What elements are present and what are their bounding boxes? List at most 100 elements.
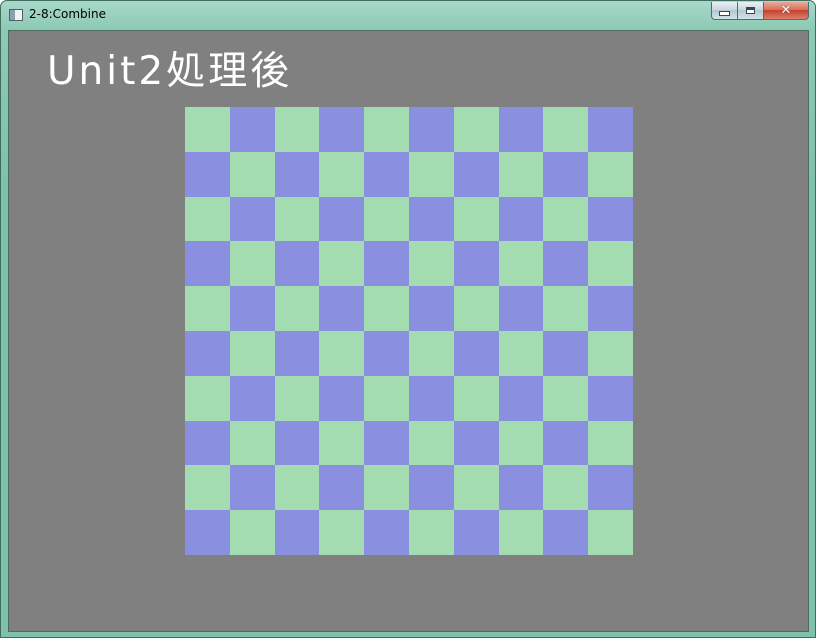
render-viewport[interactable]: Unit2処理後 [8, 30, 809, 632]
checkerboard-cell [364, 196, 409, 242]
checkerboard-cell [229, 420, 275, 466]
checkerboard-cell [453, 196, 499, 242]
checkerboard-cell [185, 241, 230, 287]
checkerboard-cell [498, 375, 544, 421]
checkerboard-cell [229, 286, 275, 331]
checkerboard-cell [498, 241, 544, 287]
checkerboard-cell [185, 375, 230, 421]
checkerboard-cell [319, 241, 365, 287]
scene-label: Unit2処理後 [47, 49, 293, 94]
checkerboard-cell [408, 420, 454, 466]
application-window: 2-8:Combine ✕ Unit2処理後 [0, 0, 816, 638]
checkerboard-cell [274, 286, 320, 331]
checkerboard-cell [453, 420, 499, 466]
minimize-button[interactable] [711, 2, 738, 20]
checkerboard-cell [498, 510, 544, 555]
checkerboard-cell [274, 375, 320, 421]
checkerboard-cell [453, 330, 499, 376]
checkerboard-cell [543, 196, 589, 242]
title-bar[interactable]: 2-8:Combine ✕ [1, 1, 815, 30]
checkerboard-cell [498, 107, 544, 152]
checkerboard-cell [364, 420, 409, 466]
checkerboard-cell [364, 465, 409, 511]
checkerboard-cell [364, 107, 409, 152]
checkerboard-cell [408, 286, 454, 331]
checkerboard-cell [588, 196, 633, 242]
checkerboard-cell [543, 420, 589, 466]
checkerboard-cell [498, 465, 544, 511]
window-title: 2-8:Combine [29, 7, 106, 21]
checkerboard-cell [543, 241, 589, 287]
checkerboard-cell [229, 107, 275, 152]
checkerboard-cell [453, 107, 499, 152]
checkerboard-cell [274, 196, 320, 242]
checkerboard-cell [453, 510, 499, 555]
checkerboard-cell [185, 107, 230, 152]
checkerboard-cell [543, 151, 589, 197]
checkerboard-cell [453, 375, 499, 421]
checkerboard-cell [319, 330, 365, 376]
checkerboard-cell [498, 420, 544, 466]
checkerboard-cell [229, 151, 275, 197]
checkerboard-cell [319, 465, 365, 511]
checkerboard-cell [543, 286, 589, 331]
checkerboard-cell [408, 107, 454, 152]
checkerboard-cell [229, 196, 275, 242]
checkerboard-cell [408, 330, 454, 376]
checkerboard-cell [185, 420, 230, 466]
checkerboard-cell [408, 510, 454, 555]
checkerboard-cell [588, 151, 633, 197]
checkerboard-cell [408, 241, 454, 287]
checkerboard-cell [543, 375, 589, 421]
checkerboard-cell [543, 510, 589, 555]
checkerboard-cell [274, 241, 320, 287]
checkerboard-cell [453, 241, 499, 287]
checkerboard-cell [229, 330, 275, 376]
checkerboard-cell [364, 330, 409, 376]
checkerboard-cell [274, 330, 320, 376]
checkerboard-cell [543, 330, 589, 376]
checkerboard [185, 107, 633, 555]
checkerboard-cell [319, 286, 365, 331]
checkerboard-cell [588, 286, 633, 331]
checkerboard-cell [543, 107, 589, 152]
checkerboard-cell [185, 510, 230, 555]
checkerboard-cell [588, 465, 633, 511]
checkerboard-cell [408, 151, 454, 197]
window-app-icon[interactable] [9, 9, 23, 21]
checkerboard-cell [319, 196, 365, 242]
checkerboard-cell [319, 420, 365, 466]
caption-buttons: ✕ [711, 2, 809, 21]
checkerboard-cell [498, 196, 544, 242]
close-icon: ✕ [780, 3, 792, 18]
checkerboard-cell [453, 151, 499, 197]
checkerboard-cell [274, 510, 320, 555]
maximize-button[interactable] [738, 2, 764, 20]
maximize-icon [746, 7, 755, 14]
checkerboard-cell [229, 375, 275, 421]
checkerboard-cell [364, 286, 409, 331]
checkerboard-cell [498, 151, 544, 197]
checkerboard-cell [453, 465, 499, 511]
checkerboard-cell [319, 375, 365, 421]
checkerboard-cell [588, 330, 633, 376]
checkerboard-cell [319, 510, 365, 555]
checkerboard-cell [498, 330, 544, 376]
checkerboard-cell [588, 107, 633, 152]
checkerboard-cell [408, 465, 454, 511]
checkerboard-cell [588, 375, 633, 421]
checkerboard-cell [588, 420, 633, 466]
checkerboard-cell [274, 465, 320, 511]
checkerboard-cell [319, 151, 365, 197]
minimize-icon [719, 11, 730, 16]
checkerboard-cell [229, 241, 275, 287]
checkerboard-cell [364, 375, 409, 421]
checkerboard-cell [229, 465, 275, 511]
checkerboard-cell [185, 465, 230, 511]
close-button[interactable]: ✕ [764, 2, 809, 20]
checkerboard-cell [364, 510, 409, 555]
checkerboard-cell [408, 196, 454, 242]
checkerboard-cell [274, 107, 320, 152]
checkerboard-cell [185, 286, 230, 331]
checkerboard-cell [408, 375, 454, 421]
